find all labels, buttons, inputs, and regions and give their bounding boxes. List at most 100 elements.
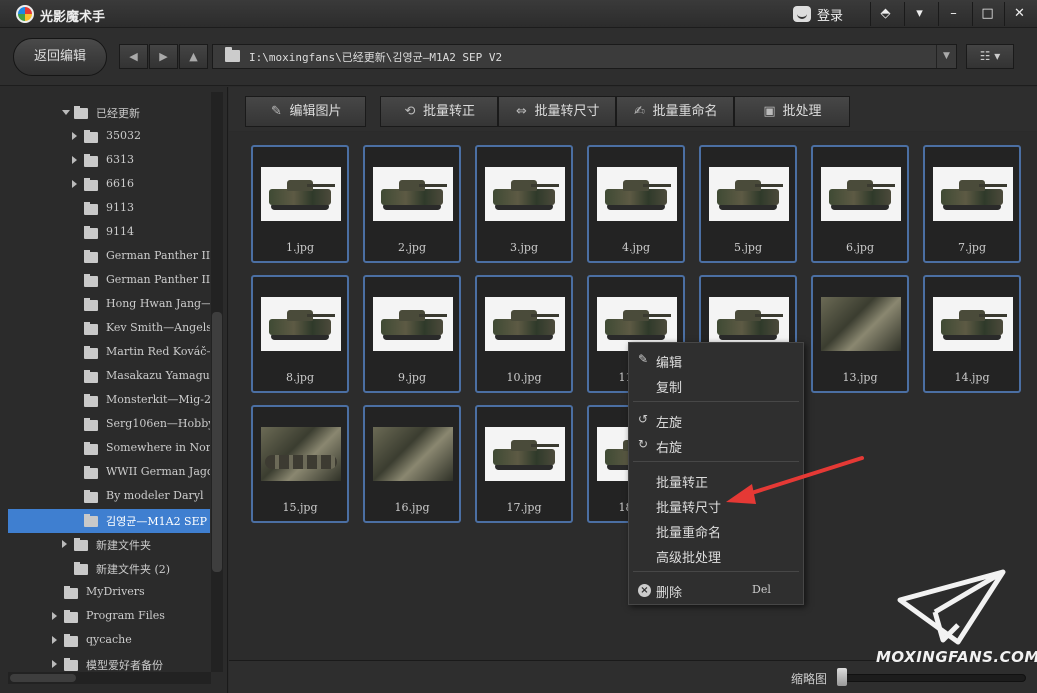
tree-item[interactable]: Serg106en—Hobby l — [8, 413, 210, 437]
menu-item-advanced-batch[interactable]: 高级批处理 — [629, 543, 803, 567]
maximize-icon[interactable]: □ — [972, 2, 1002, 26]
tree-item[interactable]: 6616 — [8, 173, 210, 197]
menu-item-batch-rename[interactable]: 批量重命名 — [629, 518, 803, 542]
tank-photo-icon — [933, 297, 1013, 351]
path-bar[interactable]: I:\moxingfans\已经更新\김영균—M1A2 SEP V2 ▼ — [212, 44, 957, 69]
edit-image-button[interactable]: ✎ 编辑图片 — [245, 96, 366, 127]
thumbnail-filename: 8.jpg — [286, 371, 314, 384]
nav-back-icon[interactable]: ◀ — [119, 44, 148, 69]
rotate-left-icon: ↺ — [638, 412, 649, 426]
tree-item[interactable]: 9114 — [8, 221, 210, 245]
close-icon[interactable]: ✕ — [1004, 2, 1034, 26]
menu-item-delete[interactable]: × 删除 Del — [629, 578, 803, 602]
tree-item[interactable]: 35032 — [8, 125, 210, 149]
login-button[interactable]: 登录 — [793, 4, 843, 24]
menu-item-edit[interactable]: ✎ 编辑 — [629, 348, 803, 372]
batch-process-button[interactable]: ▣ 批处理 — [734, 96, 850, 127]
folder-icon — [84, 130, 98, 143]
tree-item[interactable]: 6313 — [8, 149, 210, 173]
menu-item-rotate-right[interactable]: ↻ 右旋 — [629, 433, 803, 457]
expand-right-icon[interactable] — [72, 156, 77, 164]
zoom-slider-handle[interactable] — [837, 668, 847, 686]
image-thumbnail[interactable]: 14.jpg — [923, 275, 1021, 393]
tree-item[interactable]: 김영균—M1A2 SEP V2 — [8, 509, 210, 533]
image-thumbnail[interactable]: 9.jpg — [363, 275, 461, 393]
tree-horizontal-scrollbar[interactable] — [8, 672, 211, 684]
image-thumbnail[interactable]: 16.jpg — [363, 405, 461, 523]
menu-item-label: 编辑 — [656, 356, 683, 371]
back-to-edit-button[interactable]: 返回编辑 — [13, 38, 107, 76]
image-thumbnail[interactable]: 2.jpg — [363, 145, 461, 263]
folder-icon — [84, 250, 98, 263]
expand-right-icon[interactable] — [52, 636, 57, 644]
tree-item[interactable]: WWII German JagdT: — [8, 461, 210, 485]
image-thumbnail[interactable]: 8.jpg — [251, 275, 349, 393]
expand-down-icon[interactable] — [62, 110, 70, 115]
image-thumbnail[interactable]: 10.jpg — [475, 275, 573, 393]
tree-item[interactable]: 9113 — [8, 197, 210, 221]
folder-icon — [84, 418, 98, 431]
tree-item[interactable]: German Panther II — [8, 269, 210, 293]
tree-item[interactable]: Martin Red Kováč— — [8, 341, 210, 365]
menu-item-copy[interactable]: 复制 — [629, 373, 803, 397]
view-mode-button[interactable]: ☷ ▾ — [966, 44, 1014, 69]
image-thumbnail[interactable]: 15.jpg — [251, 405, 349, 523]
tree-item[interactable]: Kev Smith—Angels — [8, 317, 210, 341]
tree-item[interactable]: Monsterkit—Mig-2: — [8, 389, 210, 413]
minimize-icon[interactable]: – — [938, 2, 968, 26]
image-thumbnail[interactable]: 13.jpg — [811, 275, 909, 393]
image-thumbnail[interactable]: 4.jpg — [587, 145, 685, 263]
batch-resize-button[interactable]: ⇔ 批量转尺寸 — [498, 96, 616, 127]
tree-item[interactable]: qycache — [8, 629, 210, 653]
expand-right-icon[interactable] — [62, 540, 67, 548]
tree-item-label: By modeler Daryl — [106, 489, 204, 502]
tree-item-label: 35032 — [106, 129, 141, 142]
tree-item[interactable]: Masakazu Yamaguchi — [8, 365, 210, 389]
tree-item[interactable]: Program Files — [8, 605, 210, 629]
tree-item[interactable]: By modeler Daryl — [8, 485, 210, 509]
image-thumbnail[interactable]: 3.jpg — [475, 145, 573, 263]
tree-item[interactable]: 新建文件夹 — [8, 533, 210, 557]
skin-icon[interactable]: ⬘ — [870, 2, 900, 26]
tree-item-label: 新建文件夹 (2) — [96, 563, 171, 576]
menu-icon[interactable]: ▾ — [904, 2, 934, 26]
folder-icon — [74, 106, 88, 119]
menu-item-rotate-left[interactable]: ↺ 左旋 — [629, 408, 803, 432]
menu-item-batch-straighten[interactable]: 批量转正 — [629, 468, 803, 492]
title-bar: 光影魔术手 登录 ⬘ ▾ – □ ✕ — [0, 0, 1037, 28]
image-thumbnail[interactable]: 6.jpg — [811, 145, 909, 263]
tree-item-label: 新建文件夹 — [96, 539, 151, 552]
batch-rename-button[interactable]: ✍ 批量重命名 — [616, 96, 734, 127]
tree-item[interactable]: 已经更新 — [8, 101, 210, 125]
zoom-slider[interactable] — [841, 674, 1026, 682]
expand-right-icon[interactable] — [52, 612, 57, 620]
folder-icon — [84, 226, 98, 239]
nav-forward-icon[interactable]: ▶ — [149, 44, 178, 69]
tree-item[interactable]: Somewhere in Norma — [8, 437, 210, 461]
thumbnail-filename: 3.jpg — [510, 241, 538, 254]
tree-item[interactable]: MyDrivers — [8, 581, 210, 605]
expand-right-icon[interactable] — [52, 660, 57, 668]
expand-right-icon[interactable] — [72, 180, 77, 188]
tree-vertical-scrollbar[interactable] — [211, 92, 223, 672]
image-thumbnail[interactable]: 17.jpg — [475, 405, 573, 523]
scroll-thumb[interactable] — [212, 312, 222, 572]
rename-icon: ✍ — [634, 104, 645, 119]
path-dropdown-icon[interactable]: ▼ — [936, 45, 956, 68]
tree-item[interactable]: Hong Hwan Jang—A- — [8, 293, 210, 317]
batch-straighten-button[interactable]: ⟲ 批量转正 — [380, 96, 498, 127]
expand-right-icon[interactable] — [72, 132, 77, 140]
edit-image-label: 编辑图片 — [289, 104, 342, 119]
tree-item[interactable]: 新建文件夹 (2) — [8, 557, 210, 581]
folder-icon — [84, 466, 98, 479]
image-thumbnail[interactable]: 7.jpg — [923, 145, 1021, 263]
tank-photo-icon — [821, 167, 901, 221]
menu-item-batch-resize[interactable]: 批量转尺寸 — [629, 493, 803, 517]
tree-item[interactable]: German Panther II — [8, 245, 210, 269]
tank-photo-icon — [485, 427, 565, 481]
scroll-thumb[interactable] — [10, 674, 76, 682]
image-thumbnail[interactable]: 1.jpg — [251, 145, 349, 263]
action-bar: ✎ 编辑图片 ⟲ 批量转正 ⇔ 批量转尺寸 ✍ 批量重命名 ▣ 批处理 — [229, 87, 1037, 131]
nav-up-icon[interactable]: ▲ — [179, 44, 208, 69]
image-thumbnail[interactable]: 5.jpg — [699, 145, 797, 263]
